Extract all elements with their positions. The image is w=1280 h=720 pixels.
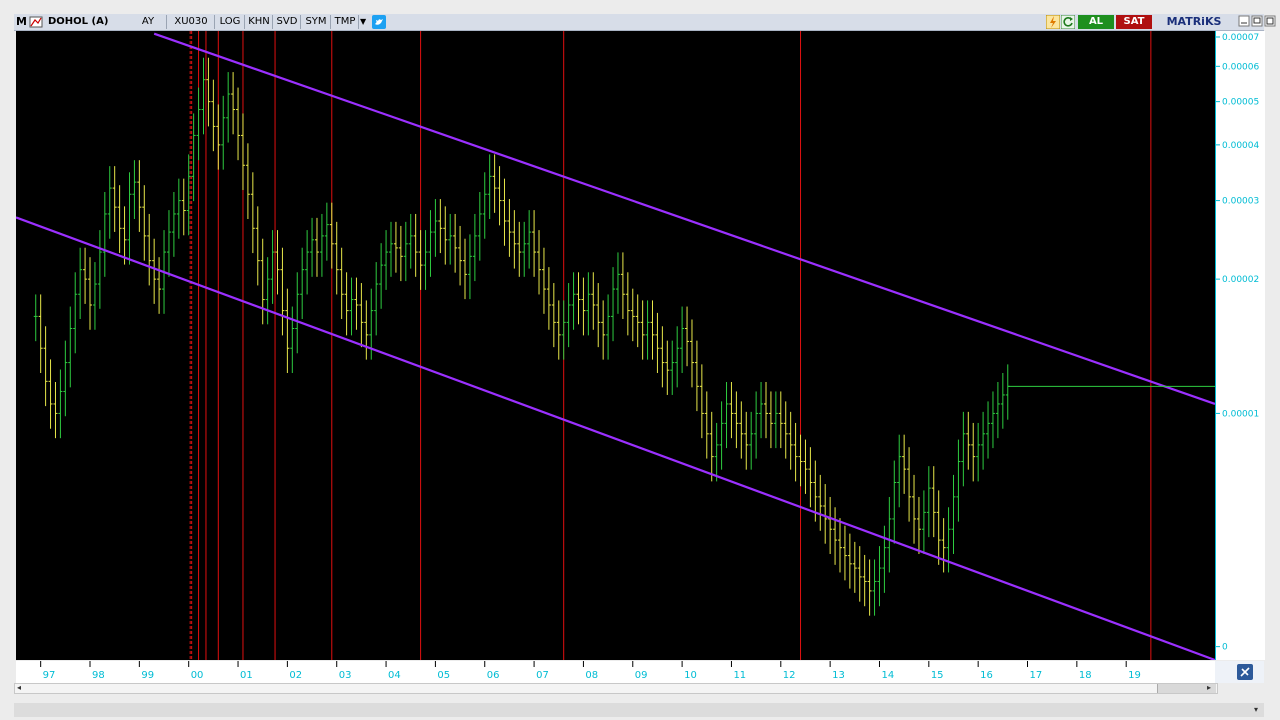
y-tick-label: 0.00005 [1222,98,1259,108]
horizontal-scrollbar[interactable]: ◂ ▸ [14,683,1218,694]
price-chart[interactable] [15,31,1216,662]
scroll-down-icon[interactable]: ▾ [1254,705,1258,714]
restore-icon[interactable] [1251,14,1263,30]
buy-button[interactable]: AL [1078,15,1114,29]
scroll-left-icon[interactable]: ◂ [17,683,21,692]
window-scrollbar[interactable]: ▾ [14,703,1264,717]
x-axis: 97 98 99 00 01 02 03 04 05 06 07 08 09 10 11 12 13 14 15 16… [40,661,1141,681]
x-tick-label: 97 [43,670,56,681]
chart-toolbar: M DOHOL (A) AY XU030 LOG KHN SVD SYM TMP… [14,14,1276,31]
x-tick-label: 03 [339,670,352,681]
app-window: M DOHOL (A) AY XU030 LOG KHN SVD SYM TMP… [0,0,1280,720]
symbol-label[interactable]: DOHOL (A) [48,14,128,30]
index-button[interactable]: XU030 [168,15,215,29]
y-axis: 0.00007 0.00006 0.00005 0.00004 0.00003 0.000… [1216,33,1259,653]
y-tick-label: 0.00003 [1222,197,1259,207]
refresh-icon[interactable] [1060,14,1076,30]
settings-icon[interactable] [1237,664,1253,680]
svd-button[interactable]: SVD [274,15,301,29]
y-tick-label: 0.00004 [1222,141,1259,151]
brand-logo: MATRiKS [1166,15,1222,28]
y-tick-label: 0 [1222,643,1228,653]
maximize-icon[interactable] [1264,14,1276,30]
x-tick-label: 08 [585,670,598,681]
log-button[interactable]: LOG [216,15,245,29]
minimize-icon[interactable] [1238,14,1250,30]
scroll-right-icon[interactable]: ▸ [1207,683,1211,692]
time-axis: 97 98 99 00 01 02 03 04 05 06 07 08 09 10 11 12 13 14 15 16… [16,661,1215,683]
chart-type-icon[interactable] [28,14,44,30]
y-tick-label: 0.00001 [1222,409,1259,419]
sell-button[interactable]: SAT [1116,15,1152,29]
x-tick-label: 99 [141,670,154,681]
x-tick-label: 17 [1030,670,1043,681]
x-tick-label: 10 [684,670,697,681]
dropdown-arrow-icon[interactable]: ▼ [360,14,370,30]
x-tick-label: 02 [289,670,302,681]
tmp-button[interactable]: TMP [332,15,359,29]
khn-button[interactable]: KHN [246,15,273,29]
y-tick-label: 0.00002 [1222,275,1259,285]
x-tick-label: 14 [881,670,894,681]
lightning-icon[interactable] [1045,14,1061,30]
x-tick-label: 19 [1128,670,1141,681]
y-tick-label: 0.00007 [1222,33,1259,43]
x-tick-label: 11 [733,670,746,681]
twitter-icon[interactable] [372,14,388,30]
x-tick-label: 12 [783,670,796,681]
x-tick-label: 00 [191,670,204,681]
x-tick-label: 07 [536,670,549,681]
sym-button[interactable]: SYM [302,15,331,29]
y-tick-label: 0.00006 [1222,62,1259,72]
price-scale: 0.00007 0.00006 0.00005 0.00004 0.00003 0.000… [1215,31,1265,660]
x-tick-label: 06 [487,670,500,681]
app-logo: M [16,15,27,28]
chart-plot[interactable] [15,31,1216,662]
x-tick-label: 98 [92,670,105,681]
period-button[interactable]: AY [130,15,167,29]
x-tick-label: 04 [388,670,401,681]
x-tick-label: 05 [437,670,450,681]
x-tick-label: 16 [980,670,993,681]
x-tick-label: 01 [240,670,253,681]
plot-background [16,31,1215,660]
x-tick-label: 13 [832,670,845,681]
axis-settings-corner[interactable] [1215,661,1264,683]
x-tick-label: 09 [635,670,648,681]
x-tick-label: 15 [931,670,944,681]
x-tick-label: 18 [1079,670,1092,681]
